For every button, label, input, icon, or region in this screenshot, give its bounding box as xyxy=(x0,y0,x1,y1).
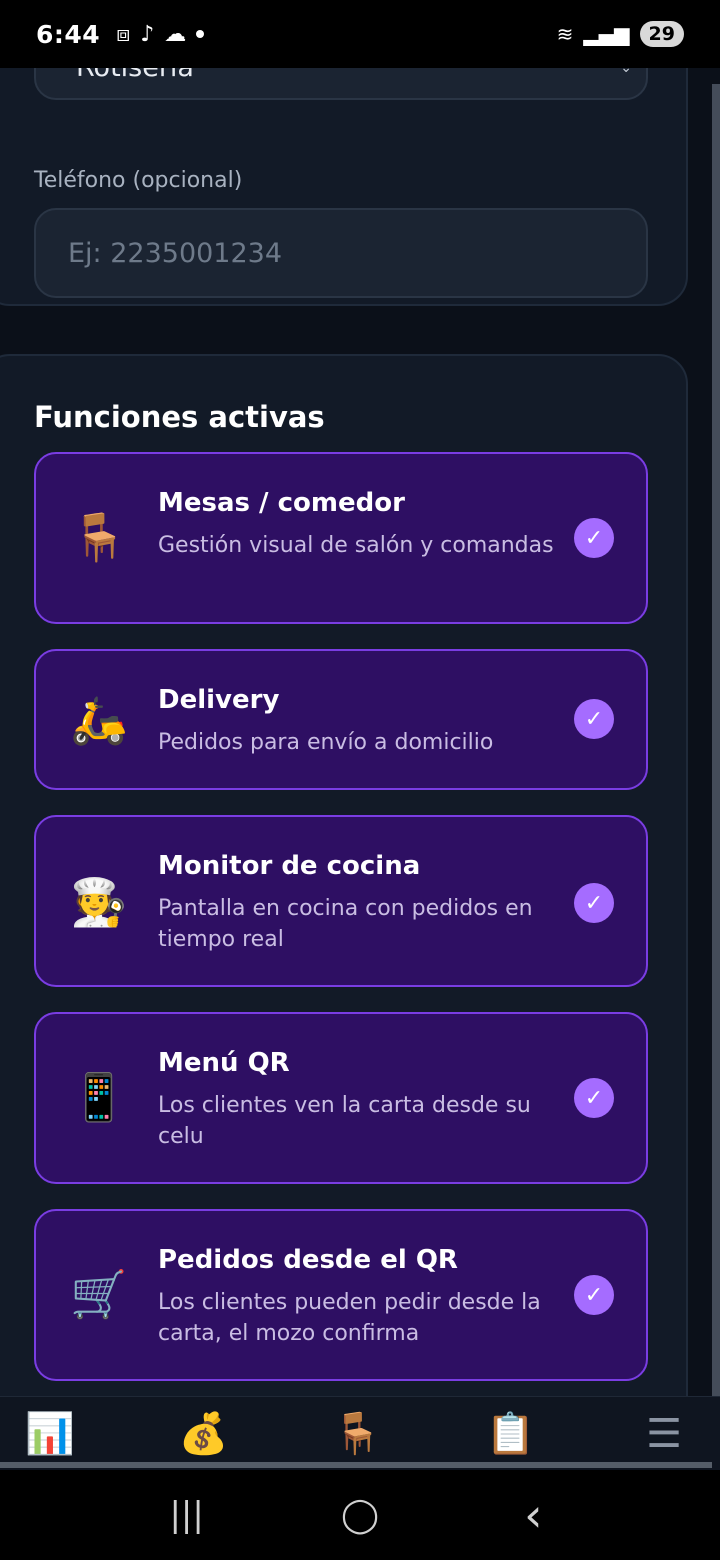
dashboard-icon[interactable]: 📊 xyxy=(10,1397,90,1471)
system-nav-bar: ||| ◯ ‹ xyxy=(0,1470,720,1560)
feature-description: Los clientes ven la carta desde su celu xyxy=(158,1093,531,1149)
chair-icon: 🪑 xyxy=(70,510,128,564)
status-time: 6:44 xyxy=(36,19,101,49)
recent-apps-icon[interactable]: ||| xyxy=(157,1495,217,1535)
feature-description: Pantalla en cocina con pedidos en tiempo… xyxy=(158,896,533,952)
status-system-icons: ≋ ▂▄▆ 29 xyxy=(557,21,684,47)
menu-icon[interactable]: ☰ xyxy=(624,1397,704,1471)
weather-icon: ☁ xyxy=(164,21,187,47)
back-icon[interactable]: ‹ xyxy=(503,1488,563,1542)
feature-delivery[interactable]: 🛵 Delivery Pedidos para envío a domicili… xyxy=(34,649,648,790)
check-icon[interactable]: ✓ xyxy=(574,518,614,558)
feature-kitchen-monitor[interactable]: 🧑‍🍳 Monitor de cocina Pantalla en cocina… xyxy=(34,815,648,987)
feature-qr-menu[interactable]: 📱 Menú QR Los clientes ven la carta desd… xyxy=(34,1012,648,1184)
signal-icon: ▂▄▆ xyxy=(583,22,630,46)
scooter-icon: 🛵 xyxy=(70,693,128,747)
check-icon[interactable]: ✓ xyxy=(574,1078,614,1118)
orders-icon[interactable]: 📋 xyxy=(471,1397,551,1471)
battery-indicator: 29 xyxy=(639,21,684,47)
tiktok-icon: ♪ xyxy=(140,21,155,47)
feature-title: Mesas / comedor xyxy=(158,488,405,518)
section-title: Funciones activas xyxy=(34,400,325,434)
wifi-icon: ≋ xyxy=(556,22,574,46)
feature-description: Gestión visual de salón y comandas xyxy=(158,533,554,558)
bottom-nav: 📊 💰 🪑 📋 ☰ xyxy=(0,1396,720,1470)
feature-qr-orders[interactable]: 🛒 Pedidos desde el QR Los clientes puede… xyxy=(34,1209,648,1381)
feature-title: Menú QR xyxy=(158,1048,290,1078)
feature-tables[interactable]: 🪑 Mesas / comedor Gestión visual de saló… xyxy=(34,452,648,624)
check-icon[interactable]: ✓ xyxy=(574,1275,614,1315)
feature-title: Pedidos desde el QR xyxy=(158,1245,458,1275)
feature-title: Delivery xyxy=(158,685,280,715)
more-notifications-icon xyxy=(196,30,205,38)
phone-input[interactable] xyxy=(34,208,648,298)
tables-icon[interactable]: 🪑 xyxy=(317,1397,397,1471)
check-icon[interactable]: ✓ xyxy=(574,699,614,739)
phone-icon: 📱 xyxy=(70,1070,128,1124)
active-features-card: Funciones activas 🪑 Mesas / comedor Gest… xyxy=(0,354,688,1396)
home-icon[interactable]: ◯ xyxy=(330,1495,390,1535)
feature-description: Los clientes pueden pedir desde la carta… xyxy=(158,1290,541,1346)
settings-scroll-area[interactable]: Rotisería ⌄ Teléfono (opcional) Funcione… xyxy=(0,56,712,1396)
business-info-card: Rotisería ⌄ Teléfono (opcional) xyxy=(0,56,688,306)
status-notification-icons: ⧈ ♪ ☁ xyxy=(116,21,205,47)
feature-description: Pedidos para envío a domicilio xyxy=(158,730,494,755)
scrollbar[interactable] xyxy=(712,84,720,1414)
screenshot-icon: ⧈ xyxy=(116,21,131,47)
status-bar: 6:44 ⧈ ♪ ☁ ≋ ▂▄▆ 29 xyxy=(0,0,720,68)
feature-title: Monitor de cocina xyxy=(158,851,421,881)
nav-scroll-indicator xyxy=(0,1462,712,1468)
chef-icon: 🧑‍🍳 xyxy=(70,875,128,929)
phone-label: Teléfono (opcional) xyxy=(34,168,243,193)
check-icon[interactable]: ✓ xyxy=(574,883,614,923)
money-bag-icon[interactable]: 💰 xyxy=(164,1397,244,1471)
cart-icon: 🛒 xyxy=(70,1267,128,1321)
